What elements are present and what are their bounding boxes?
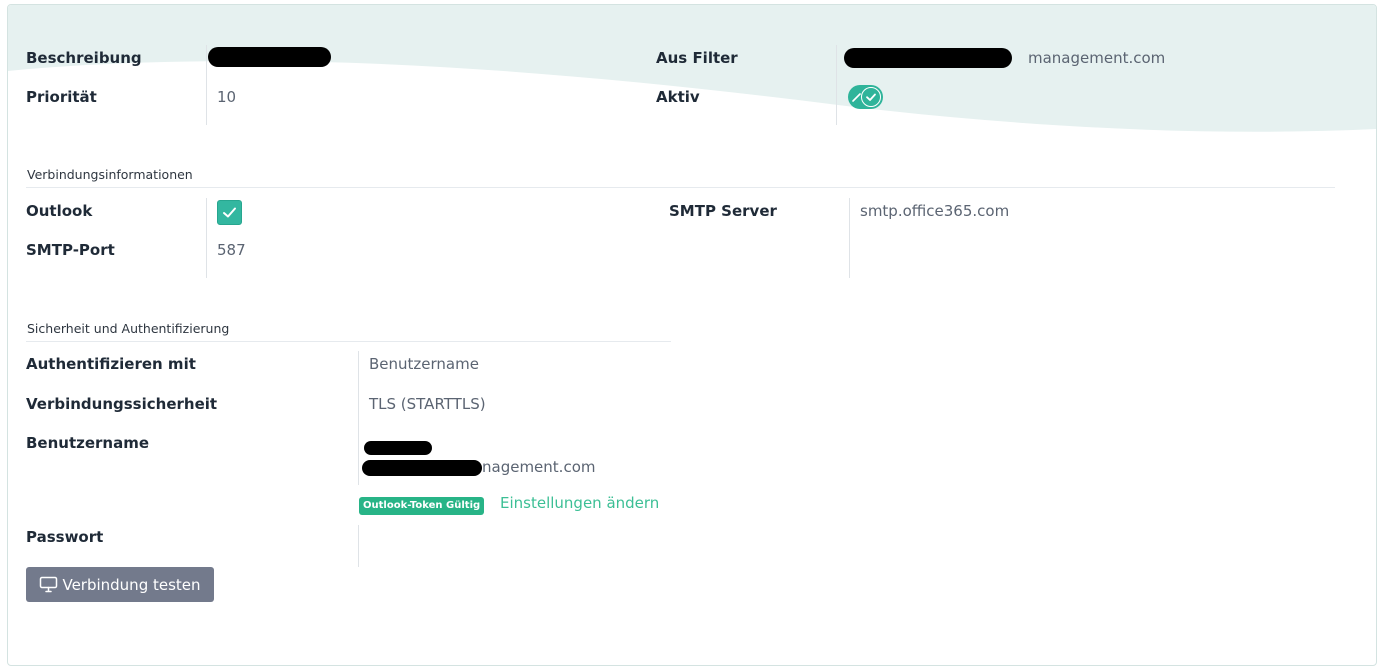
- test-connection-button[interactable]: Verbindung testen: [26, 567, 214, 602]
- smtp-server-value: smtp.office365.com: [860, 202, 1010, 220]
- column-divider: [849, 198, 850, 278]
- auth-method-value: Benutzername: [369, 355, 479, 373]
- redaction-mark: [844, 48, 1012, 68]
- header-wave-background: [8, 5, 1376, 132]
- column-divider: [836, 45, 837, 125]
- outlook-checkbox[interactable]: [217, 200, 242, 225]
- connection-security-label: Verbindungssicherheit: [26, 395, 218, 413]
- monitor-icon: [40, 576, 58, 593]
- from-filter-value: management.com: [1028, 49, 1166, 67]
- redaction-mark: [208, 47, 331, 67]
- column-divider: [206, 45, 207, 125]
- priority-value: 10: [217, 88, 237, 106]
- column-divider: [206, 198, 207, 278]
- section-divider: [26, 341, 671, 342]
- smtp-port-label: SMTP-Port: [26, 241, 115, 259]
- toggle-knob: [861, 87, 881, 107]
- active-label: Aktiv: [656, 88, 700, 106]
- check-icon: [223, 207, 236, 218]
- redaction-mark: [362, 460, 482, 476]
- connection-section-title: Verbindungsinformationen: [27, 167, 193, 182]
- outlook-token-status-badge: Outlook-Token Gültig: [359, 497, 485, 515]
- check-icon: [865, 93, 876, 101]
- password-label: Passwort: [26, 528, 104, 546]
- smtp-port-value: 587: [217, 241, 246, 259]
- auth-method-label: Authentifizieren mit: [26, 355, 196, 373]
- outlook-label: Outlook: [26, 202, 93, 220]
- username-label: Benutzername: [26, 434, 150, 452]
- from-filter-label: Aus Filter: [656, 49, 738, 67]
- test-connection-label: Verbindung testen: [62, 575, 201, 594]
- security-section-title: Sicherheit und Authentifizierung: [27, 321, 230, 336]
- username-value-line2: nagement.com: [482, 458, 596, 476]
- column-divider: [358, 351, 359, 485]
- section-divider: [26, 187, 1335, 188]
- column-divider: [358, 525, 359, 567]
- redaction-mark: [364, 441, 432, 455]
- smtp-server-label: SMTP Server: [669, 202, 777, 220]
- connection-security-value: TLS (STARTTLS): [369, 395, 486, 413]
- active-toggle[interactable]: [848, 85, 883, 109]
- mail-account-card: Beschreibung Priorität 10 Aus Filter man…: [7, 4, 1377, 666]
- change-settings-link[interactable]: Einstellungen ändern: [500, 494, 659, 512]
- description-label: Beschreibung: [26, 49, 142, 67]
- priority-label: Priorität: [26, 88, 97, 106]
